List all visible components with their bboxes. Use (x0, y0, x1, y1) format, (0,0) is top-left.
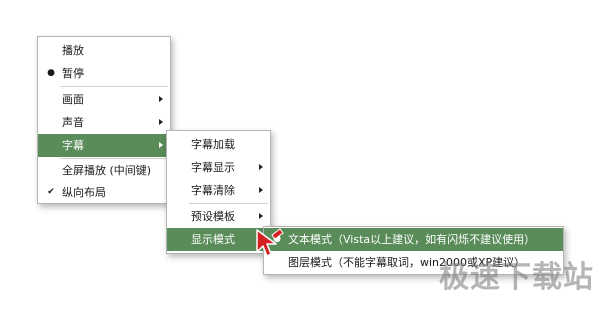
menu-item-label: 全屏播放 (中间键) (62, 164, 152, 177)
radio-dot-icon: ● (47, 68, 55, 78)
menu-item-play[interactable]: 播放 (38, 39, 170, 62)
menu-item-text-mode[interactable]: ● 文本模式（Vista以上建议，如有闪烁不建议使用） (264, 228, 563, 251)
menu-item-label: 显示模式 (191, 233, 235, 246)
menu-item-label: 声音 (62, 116, 84, 129)
watermark-logo: 极速下载站 (439, 260, 594, 295)
menu-item-video[interactable]: 画面 (38, 88, 170, 111)
menu-item-audio[interactable]: 声音 (38, 111, 170, 134)
submenu-arrow-icon (159, 119, 163, 125)
submenu-arrow-icon (159, 96, 163, 102)
submenu-arrow-icon (159, 142, 163, 148)
menu-item-preset-template[interactable]: 预设模板 (167, 205, 270, 228)
menu-item-subtitle[interactable]: 字幕 (38, 134, 170, 157)
menu-item-label: 预设模板 (191, 210, 235, 223)
submenu-arrow-icon (259, 213, 263, 219)
context-menu-main: 播放 ● 暂停 画面 声音 字幕 全屏播放 (中间键) ✔ 纵向布局 (37, 36, 171, 204)
menu-item-label: 暂停 (62, 67, 84, 80)
menu-separator (60, 86, 168, 87)
menu-item-label: 字幕清除 (191, 184, 235, 197)
mouse-pointer-icon (256, 228, 284, 257)
menu-item-label: 字幕显示 (191, 161, 235, 174)
submenu-arrow-icon (259, 164, 263, 170)
submenu-arrow-icon (259, 187, 263, 193)
menu-item-label: 纵向布局 (62, 186, 106, 199)
menu-item-label: 文本模式（Vista以上建议，如有闪烁不建议使用） (288, 233, 536, 246)
menu-item-label: 字幕 (62, 139, 84, 152)
menu-item-fullscreen[interactable]: 全屏播放 (中间键) (38, 159, 170, 182)
menu-item-subtitle-display[interactable]: 字幕显示 (167, 156, 270, 179)
menu-item-label: 画面 (62, 93, 84, 106)
menu-item-label: 播放 (62, 44, 84, 57)
checkmark-icon: ✔ (47, 187, 55, 197)
menu-item-clear-subtitle[interactable]: 字幕清除 (167, 179, 270, 202)
menu-item-load-subtitle[interactable]: 字幕加载 (167, 133, 270, 156)
menu-separator (189, 203, 268, 204)
menu-item-vertical-layout[interactable]: ✔ 纵向布局 (38, 181, 170, 204)
menu-item-pause[interactable]: ● 暂停 (38, 62, 170, 85)
menu-item-label: 字幕加载 (191, 138, 235, 151)
